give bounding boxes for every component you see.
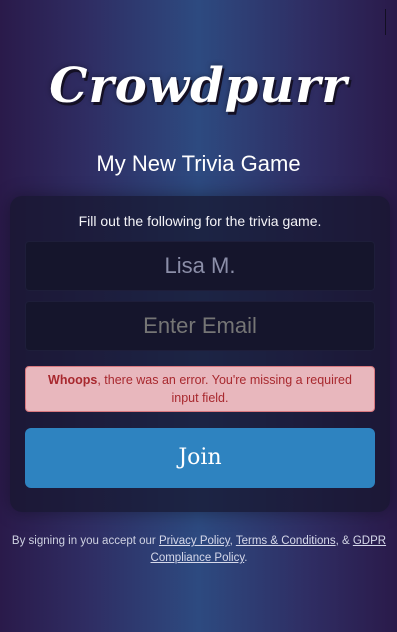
legal-suffix: . bbox=[244, 552, 248, 564]
name-field[interactable] bbox=[25, 241, 375, 291]
error-message: Whoops, there was an error. You're missi… bbox=[25, 366, 375, 412]
crowdpurr-logo: Crowdpurr bbox=[49, 58, 348, 114]
page-title: My New Trivia Game bbox=[96, 151, 301, 176]
error-text: , there was an error. You're missing a r… bbox=[97, 373, 352, 405]
legal-prefix: By signing in you accept our bbox=[11, 535, 159, 547]
privacy-policy-link[interactable]: Privacy Policy bbox=[159, 535, 230, 547]
legal-sep-2: , & bbox=[335, 535, 353, 547]
scrollbar-indicator[interactable] bbox=[385, 9, 386, 35]
join-button[interactable]: Join bbox=[25, 428, 375, 488]
legal-notice: By signing in you accept our Privacy Pol… bbox=[5, 533, 393, 567]
email-field[interactable] bbox=[25, 301, 375, 351]
join-form-card: Fill out the following for the trivia ga… bbox=[10, 196, 390, 512]
form-instruction: Fill out the following for the trivia ga… bbox=[78, 213, 322, 229]
error-strong: Whoops bbox=[48, 373, 98, 387]
terms-link[interactable]: Terms & Conditions bbox=[236, 535, 336, 547]
